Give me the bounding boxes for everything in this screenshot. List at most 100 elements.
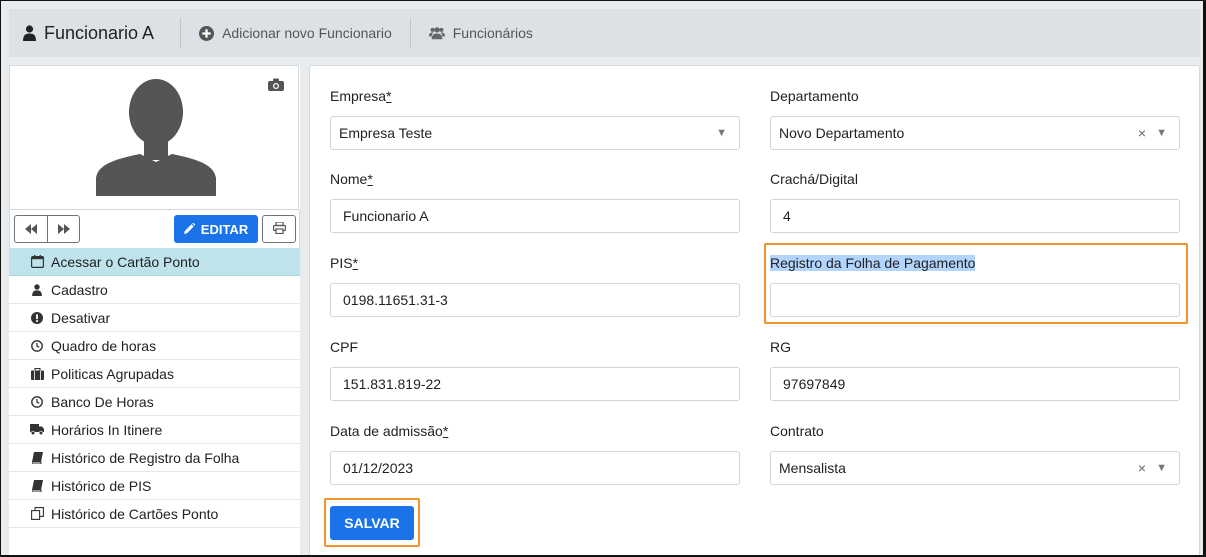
rg-field: RG 97697849 <box>770 339 1180 401</box>
chevron-down-icon: ▼ <box>1156 127 1167 139</box>
sidebar-controls: EDITAR <box>9 210 300 248</box>
admissao-label-text: Data de admissão <box>330 423 443 439</box>
user-icon <box>23 25 36 41</box>
sidebar-item-cadastro[interactable]: Cadastro <box>9 276 300 304</box>
sidebar-item-cartao-ponto[interactable]: Acessar o Cartão Ponto <box>9 248 300 276</box>
backward-icon <box>25 221 37 237</box>
chevron-down-icon: ▼ <box>716 127 727 139</box>
copy-icon <box>29 507 45 520</box>
clock-icon <box>29 395 45 408</box>
required-marker: * <box>352 255 359 271</box>
empresa-value: Empresa Teste <box>339 125 433 141</box>
tab-add-employee[interactable]: Adicionar novo Funcionario <box>181 9 410 57</box>
sidebar-item-label: Histórico de PIS <box>51 477 152 494</box>
user-icon <box>29 283 45 296</box>
sidebar-item-desativar[interactable]: Desativar <box>9 304 300 332</box>
avatar <box>96 74 218 199</box>
required-marker: * <box>386 88 392 104</box>
next-button[interactable] <box>47 216 79 242</box>
camera-icon[interactable] <box>268 78 284 94</box>
app-frame: Funcionario A Adicionar novo Funcionario… <box>0 0 1206 557</box>
cracha-label: Crachá/Digital <box>770 171 858 187</box>
tab-current-label: Funcionario A <box>44 22 155 43</box>
forward-icon <box>57 221 70 237</box>
nome-field: Nome* Funcionario A <box>330 171 740 233</box>
empresa-label: Empresa* <box>330 88 740 104</box>
pencil-icon <box>183 222 196 237</box>
rg-label: RG <box>770 339 791 355</box>
sidebar-item-label: Politicas Agrupadas <box>51 365 174 382</box>
chevron-down-icon: ▼ <box>1156 462 1167 474</box>
nome-input[interactable]: Funcionario A <box>330 199 740 233</box>
registro-label-text: Registro da Folha de Pagamento <box>770 255 976 271</box>
sidebar-menu: Acessar o Cartão Ponto Cadastro Desativa… <box>9 248 300 528</box>
plus-circle-icon <box>199 25 215 41</box>
cpf-field: CPF 151.831.819-22 <box>330 339 740 401</box>
print-button[interactable] <box>262 215 296 243</box>
sidebar-item-historico-folha[interactable]: Histórico de Registro da Folha <box>9 444 300 472</box>
top-tab-bar: Funcionario A Adicionar novo Funcionario… <box>9 9 1200 57</box>
departamento-value: Novo Departamento <box>779 125 905 141</box>
nome-label-text: Nome <box>330 171 368 187</box>
sidebar-item-label: Acessar o Cartão Ponto <box>51 253 200 270</box>
sidebar-item-label: Banco De Horas <box>51 393 154 410</box>
contrato-select[interactable]: Mensalista × ▼ <box>770 451 1180 485</box>
clear-icon[interactable]: × <box>1138 125 1146 141</box>
sidebar-item-historico-cartoes[interactable]: Histórico de Cartões Ponto <box>9 500 300 528</box>
pis-field: PIS* 0198.11651.31-3 <box>330 255 740 317</box>
sidebar-item-banco-horas[interactable]: Banco De Horas <box>9 388 300 416</box>
nome-label: Nome* <box>330 171 740 187</box>
edit-button-label: EDITAR <box>200 221 249 237</box>
employee-sidebar: EDITAR Acessar o Cartão Ponto Cadastro D… <box>9 65 300 555</box>
pis-label-text: PIS <box>330 255 353 271</box>
tab-employees[interactable]: Funcionários <box>411 9 551 57</box>
clear-icon[interactable]: × <box>1138 460 1146 476</box>
departamento-select[interactable]: Novo Departamento × ▼ <box>770 116 1180 150</box>
registro-label: Registro da Folha de Pagamento <box>770 255 1180 271</box>
admissao-field: Data de admissão* 01/12/2023 <box>330 423 740 485</box>
sidebar-item-label: Desativar <box>51 309 111 326</box>
photo-panel <box>9 65 299 210</box>
sidebar-item-label: Cadastro <box>51 281 108 298</box>
edit-button[interactable]: EDITAR <box>174 215 258 243</box>
admissao-label: Data de admissão* <box>330 423 740 439</box>
pis-input[interactable]: 0198.11651.31-3 <box>330 283 740 317</box>
cracha-input[interactable]: 4 <box>770 199 1180 233</box>
calendar-icon <box>29 255 45 268</box>
sidebar-item-label: Quadro de horas <box>51 337 157 354</box>
book-icon <box>29 451 45 464</box>
registro-field: Registro da Folha de Pagamento <box>770 255 1180 317</box>
nav-button-group <box>14 215 80 243</box>
empresa-select[interactable]: Empresa Teste ▼ <box>330 116 740 150</box>
departamento-label: Departamento <box>770 88 859 104</box>
sidebar-item-label: Histórico de Cartões Ponto <box>51 505 219 522</box>
pis-label: PIS* <box>330 255 740 271</box>
rg-input[interactable]: 97697849 <box>770 367 1180 401</box>
sidebar-item-historico-pis[interactable]: Histórico de PIS <box>9 472 300 500</box>
required-marker: * <box>442 423 449 439</box>
cpf-input[interactable]: 151.831.819-22 <box>330 367 740 401</box>
previous-button[interactable] <box>15 216 47 242</box>
sidebar-item-label: Horários In Itinere <box>51 421 163 438</box>
registro-input[interactable] <box>770 283 1180 317</box>
truck-icon <box>29 424 45 435</box>
departamento-field: Departamento Novo Departamento × ▼ <box>770 88 1180 150</box>
book-icon <box>29 479 45 492</box>
admissao-input[interactable]: 01/12/2023 <box>330 451 740 485</box>
tab-employees-label: Funcionários <box>452 25 533 41</box>
sidebar-item-label: Histórico de Registro da Folha <box>51 449 240 466</box>
contrato-label: Contrato <box>770 423 824 439</box>
sidebar-item-politicas[interactable]: Politicas Agrupadas <box>9 360 300 388</box>
sidebar-item-quadro-horas[interactable]: Quadro de horas <box>9 332 300 360</box>
empresa-field: Empresa* Empresa Teste ▼ <box>330 88 740 150</box>
required-marker: * <box>367 171 373 187</box>
sidebar-item-in-itinere[interactable]: Horários In Itinere <box>9 416 300 444</box>
tab-add-label: Adicionar novo Funcionario <box>222 25 392 41</box>
tab-current-employee[interactable]: Funcionario A <box>9 9 180 57</box>
empresa-label-text: Empresa <box>330 88 387 104</box>
save-button[interactable]: SALVAR <box>330 506 414 540</box>
employee-form-card: Empresa* Empresa Teste ▼ Departamento No… <box>309 65 1200 555</box>
briefcase-icon <box>29 367 45 380</box>
clock-icon <box>29 339 45 352</box>
contrato-value: Mensalista <box>779 460 846 476</box>
